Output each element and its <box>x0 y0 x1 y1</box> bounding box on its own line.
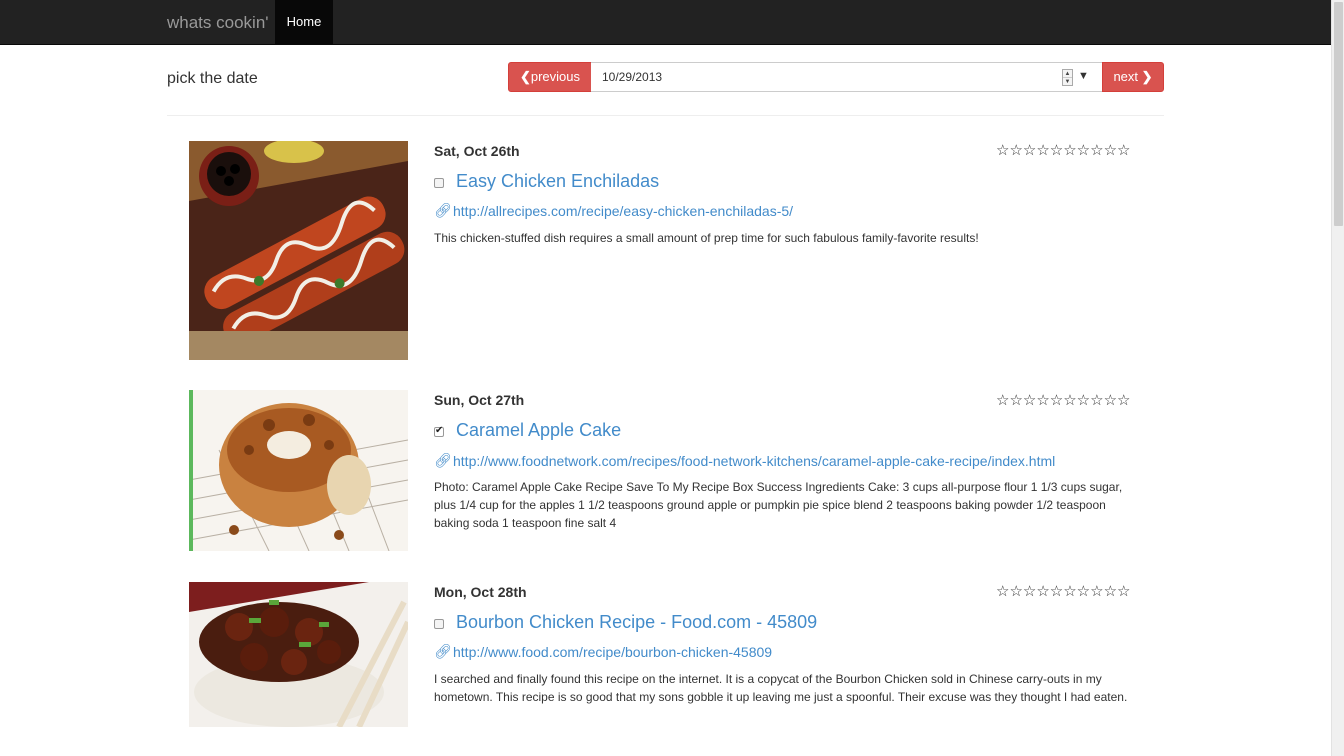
check-icon: ✔ <box>435 425 444 436</box>
recipe-checkbox[interactable] <box>434 619 444 629</box>
selected-indicator <box>189 390 193 551</box>
recipe-description: Photo: Caramel Apple Cake Recipe Save To… <box>434 480 1123 530</box>
nav-home-link[interactable]: Home <box>275 0 333 45</box>
recipe-image <box>189 390 408 551</box>
link-icon: 🔗︎ <box>434 202 452 218</box>
page-scrollbar[interactable] <box>1331 0 1344 756</box>
previous-button[interactable]: ❮previous <box>508 62 592 92</box>
recipe-url[interactable]: http://allrecipes.com/recipe/easy-chicke… <box>453 203 793 219</box>
date-spinner[interactable]: ▲ ▼ <box>1062 69 1073 86</box>
next-button[interactable]: next ❯ <box>1102 62 1164 92</box>
recipe-description: I searched and finally found this recipe… <box>434 672 1128 704</box>
link-icon: 🔗︎ <box>434 643 452 659</box>
recipe-description: This chicken-stuffed dish requires a sma… <box>434 231 979 245</box>
spin-down-icon[interactable]: ▼ <box>1063 78 1072 86</box>
spin-up-icon[interactable]: ▲ <box>1063 70 1072 78</box>
recipe-image <box>189 141 408 360</box>
previous-label: previous <box>530 69 581 84</box>
recipe-title[interactable]: Bourbon Chicken Recipe - Food.com - 4580… <box>456 612 817 633</box>
chevron-left-icon: ❮ <box>519 69 531 84</box>
recipe-checkbox[interactable] <box>434 178 444 188</box>
star-rating[interactable]: ☆☆☆☆☆☆☆☆☆☆ <box>996 391 1130 409</box>
pick-date-label: pick the date <box>167 70 258 87</box>
recipe-title[interactable]: Easy Chicken Enchiladas <box>456 171 659 192</box>
recipe-checkbox[interactable]: ✔ <box>434 425 444 437</box>
star-rating[interactable]: ☆☆☆☆☆☆☆☆☆☆ <box>996 582 1130 600</box>
recipe-image <box>189 582 408 727</box>
chevron-right-icon: ❯ <box>1141 69 1153 84</box>
divider <box>167 115 1164 116</box>
recipe-day: Sun, Oct 27th <box>434 392 525 408</box>
recipe-url[interactable]: http://www.food.com/recipe/bourbon-chick… <box>453 644 772 660</box>
recipe-url[interactable]: http://www.foodnetwork.com/recipes/food-… <box>453 453 1055 469</box>
calendar-dropdown-icon[interactable]: ▼ <box>1078 70 1089 82</box>
recipe-day: Sat, Oct 26th <box>434 143 520 159</box>
scrollbar-thumb[interactable] <box>1334 2 1343 226</box>
date-input[interactable]: 10/29/2013 ▲ ▼ ▼ <box>591 62 1103 92</box>
date-value: 10/29/2013 <box>602 70 663 84</box>
brand-link[interactable]: whats cookin' <box>167 13 269 33</box>
next-label: next <box>1113 69 1139 84</box>
recipe-title[interactable]: Caramel Apple Cake <box>456 420 621 441</box>
recipe-day: Mon, Oct 28th <box>434 584 527 600</box>
navbar: whats cookin' Home <box>0 0 1331 45</box>
star-rating[interactable]: ☆☆☆☆☆☆☆☆☆☆ <box>996 141 1130 159</box>
link-icon: 🔗︎ <box>434 452 452 468</box>
